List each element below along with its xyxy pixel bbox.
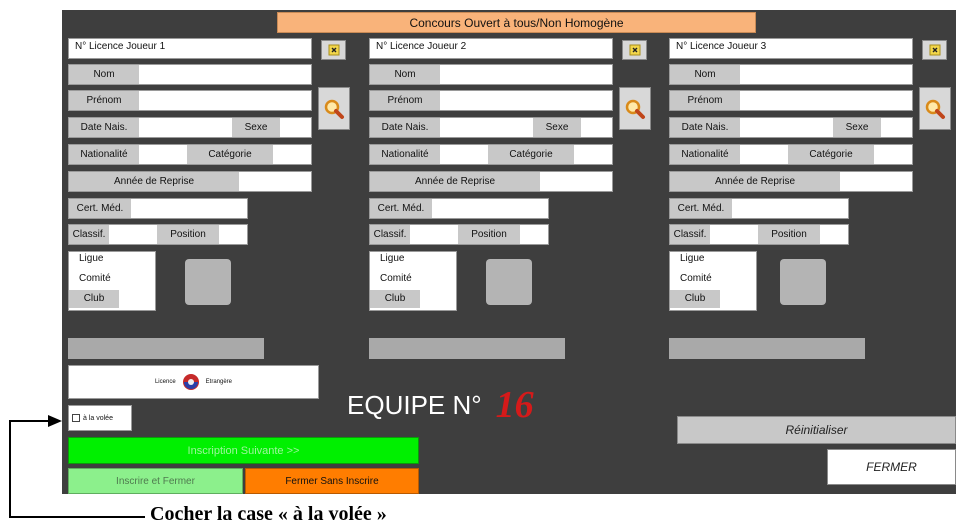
annotation-text: Cocher la case « à la volée » (150, 503, 387, 525)
annotation-arrow (9, 415, 145, 518)
